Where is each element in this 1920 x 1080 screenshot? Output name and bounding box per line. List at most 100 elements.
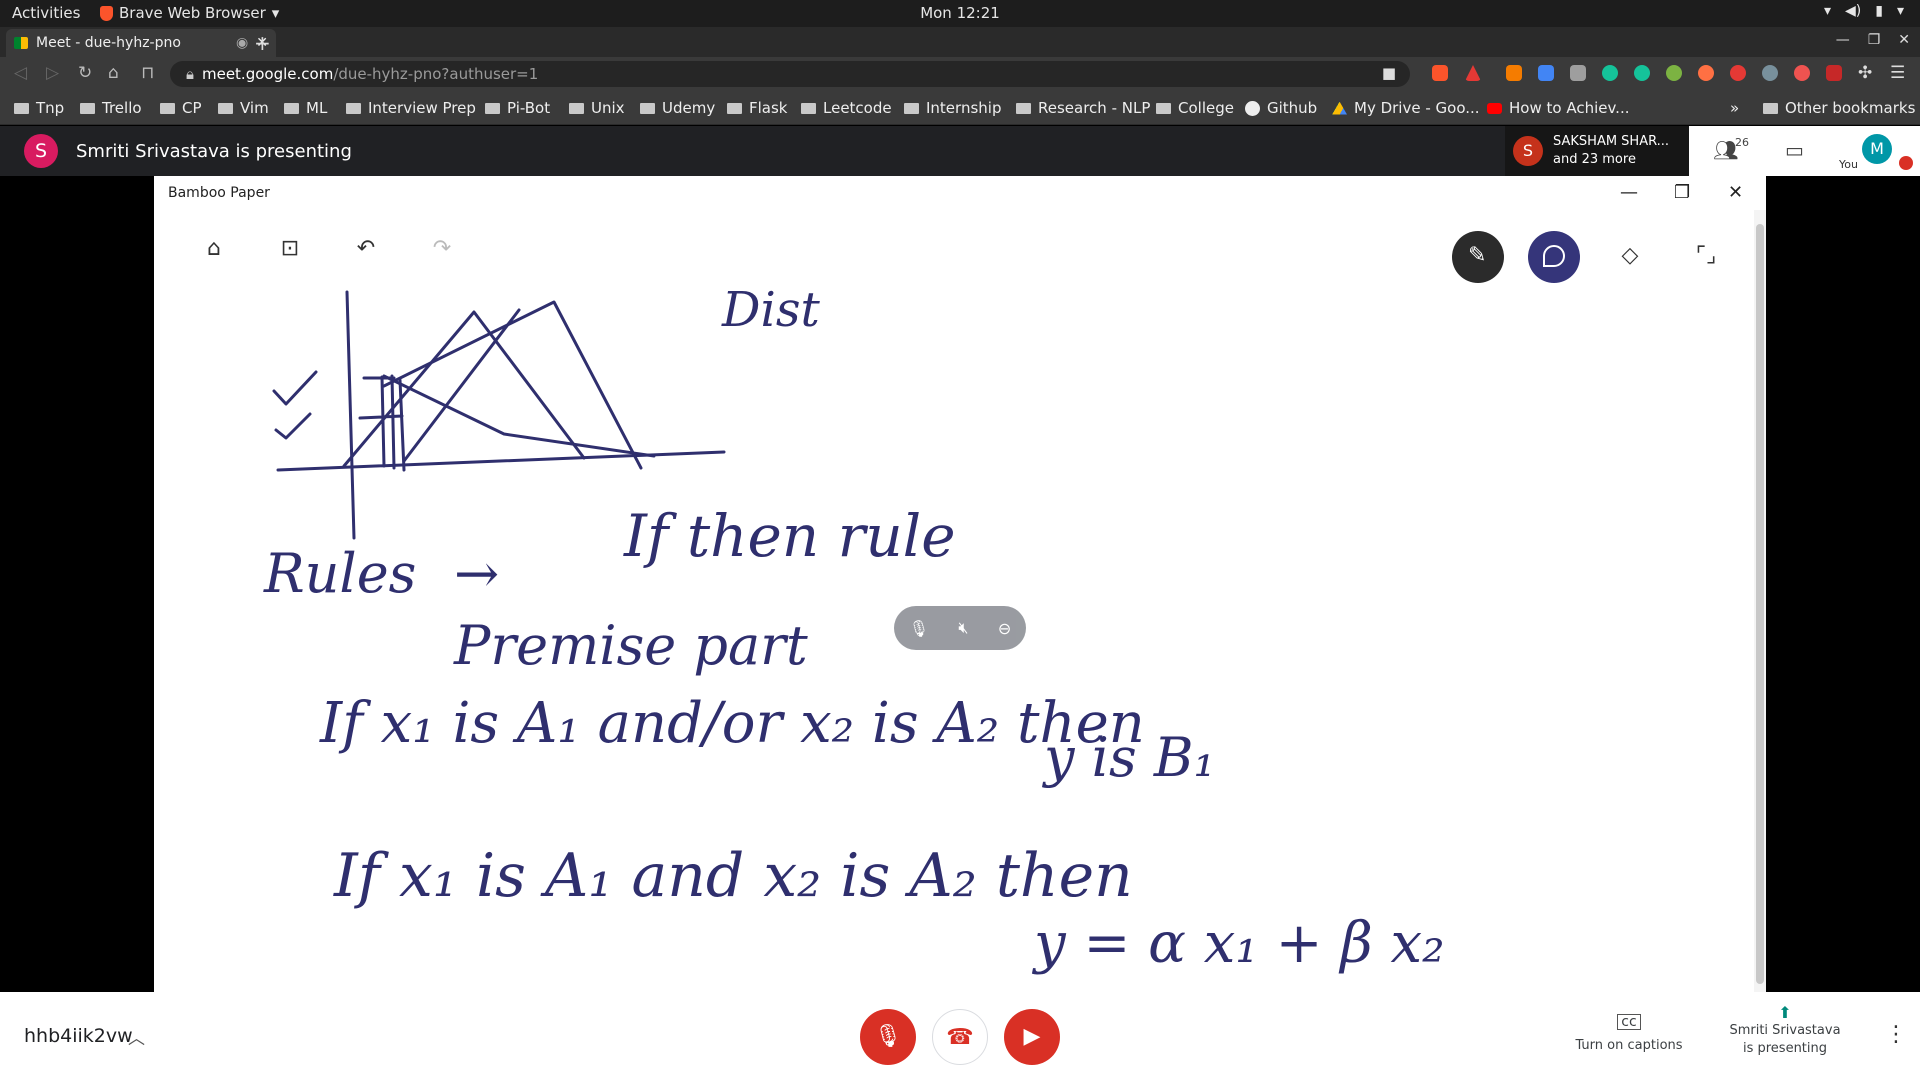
bookmark-research-nlp[interactable]: Research - NLP <box>1016 99 1150 117</box>
note-dist: Dist <box>721 282 820 338</box>
presenting-line-1: Smriti Srivastava <box>1729 1023 1841 1038</box>
grammarly-icon[interactable] <box>1602 65 1618 81</box>
bookmark-internship[interactable]: Internship <box>904 99 1001 117</box>
close-icon[interactable]: ✕ <box>1898 32 1910 48</box>
bookmark-label: Tnp <box>36 99 65 117</box>
bookmark-udemy[interactable]: Udemy <box>640 99 715 117</box>
bookmark-vim[interactable]: Vim <box>218 99 269 117</box>
self-avatar[interactable]: M <box>1862 134 1892 164</box>
github-icon <box>1245 100 1260 116</box>
folder-icon <box>640 102 655 114</box>
mic-toggle-button[interactable]: 🎙︎ <box>860 1009 916 1065</box>
bookmark-leetcode[interactable]: Leetcode <box>801 99 892 117</box>
participant-more: and 23 more <box>1553 152 1636 167</box>
presenting-line-2: is presenting <box>1742 1041 1828 1056</box>
reload-icon[interactable]: ↻ <box>78 63 92 83</box>
captions-button[interactable]: cc Turn on captions <box>1574 1014 1684 1053</box>
handwriting-canvas[interactable]: Dist Rules → If then rule Premise part I… <box>154 176 1754 992</box>
bookmark-label: My Drive - Goo... <box>1354 99 1480 117</box>
chevron-up-icon[interactable]: ︿ <box>128 1024 145 1049</box>
diagonal-stroke <box>402 308 521 463</box>
meet-bottom-bar: hhb4iik2vw ︿ 🎙︎ ☎︎ ▶︎ cc Turn on caption… <box>0 992 1920 1080</box>
folder-icon <box>801 102 816 114</box>
brave-shields-icon[interactable] <box>1432 65 1448 81</box>
more-options-icon[interactable]: ⋮ <box>1885 1022 1907 1047</box>
back-icon[interactable]: ◁ <box>14 63 27 83</box>
bookmark-label: Udemy <box>662 99 716 117</box>
bookmark-interview-prep[interactable]: Interview Prep <box>346 99 476 117</box>
bookmark-pi-bot[interactable]: Pi-Bot <box>485 99 550 117</box>
tab-meet[interactable]: Meet - due-hyhz-pno ◉ ✕ <box>6 29 276 57</box>
bookmark-ml[interactable]: ML <box>284 99 327 117</box>
address-bar[interactable]: 🔒︎ meet.google.com/due-hyhz-pno?authuser=… <box>170 61 1410 87</box>
folder-icon <box>346 102 361 114</box>
extension-1-icon[interactable] <box>1506 65 1522 81</box>
extension-6-icon[interactable] <box>1762 65 1778 81</box>
participant-name: SAKSHAM SHAR... <box>1553 134 1670 149</box>
bookmark-label: Trello <box>102 99 142 117</box>
google-drive-icon <box>1332 101 1347 115</box>
bookmark-unix[interactable]: Unix <box>569 99 625 117</box>
translate-icon[interactable] <box>1538 65 1554 81</box>
home-icon[interactable]: ⌂ <box>108 63 119 83</box>
checkmark-2 <box>274 412 312 440</box>
other-bookmarks[interactable]: Other bookmarks <box>1763 99 1915 117</box>
presenting-button[interactable]: ⬆︎ Smriti Srivastava is presenting <box>1725 1004 1845 1058</box>
battery-icon: ▮ <box>1875 3 1883 19</box>
extensions-puzzle-icon[interactable]: ✣ <box>1858 63 1872 83</box>
extension-7-icon[interactable] <box>1794 65 1810 81</box>
chat-icon[interactable]: ▭ <box>1785 138 1804 162</box>
meeting-code[interactable]: hhb4iik2vw <box>24 1025 133 1047</box>
bookmark-cp[interactable]: CP <box>160 99 202 117</box>
folder-icon <box>80 102 95 114</box>
scrollbar-thumb[interactable] <box>1756 224 1764 984</box>
forward-icon[interactable]: ▷ <box>46 63 59 83</box>
bookmark-label: Github <box>1267 99 1318 117</box>
self-label: You <box>1839 158 1858 171</box>
bookmark-label: ML <box>306 99 328 117</box>
meet-favicon-icon <box>14 37 28 49</box>
bookmark-flask[interactable]: Flask <box>727 99 788 117</box>
more-bookmarks-button[interactable]: » <box>1730 99 1739 117</box>
restore-icon[interactable]: ❐ <box>1868 32 1881 48</box>
extension-3-icon[interactable] <box>1666 65 1682 81</box>
camera-toggle-button[interactable]: ▶︎ <box>1004 1009 1060 1065</box>
note-line-2: y is B₁ <box>1042 726 1215 789</box>
bookmark-how-to-achieve[interactable]: How to Achiev... <box>1487 99 1629 117</box>
bookmark-college[interactable]: College <box>1156 99 1234 117</box>
extension-8-icon[interactable] <box>1826 65 1842 81</box>
mic-off-icon: 🎙︎ <box>908 618 929 638</box>
bookmark-tnp[interactable]: Tnp <box>14 99 64 117</box>
bookmark-my-drive[interactable]: My Drive - Goo... <box>1332 99 1480 117</box>
camera-in-use-icon[interactable]: ■ <box>1382 64 1396 82</box>
note-line-3: If x₁ is A₁ and x₂ is A₂ then <box>333 841 1133 911</box>
tab-title: Meet - due-hyhz-pno <box>36 35 181 51</box>
grammarly-2-icon[interactable] <box>1634 65 1650 81</box>
folder-icon <box>1156 102 1171 114</box>
participant-tile[interactable]: S SAKSHAM SHAR... and 23 more <box>1505 126 1689 176</box>
extension-5-icon[interactable] <box>1730 65 1746 81</box>
clock[interactable]: Mon 12:21 <box>0 4 1920 22</box>
note-arrow: → <box>454 542 499 605</box>
leave-call-button[interactable]: ☎︎ <box>932 1009 988 1065</box>
system-tray[interactable]: ▾ ◀) ▮ ▾ <box>1824 3 1904 19</box>
folder-icon <box>485 102 500 114</box>
captions-icon: cc <box>1617 1014 1641 1030</box>
menu-icon[interactable]: ☰ <box>1890 63 1905 83</box>
minimize-icon[interactable]: — <box>1836 32 1850 48</box>
new-tab-button[interactable]: + <box>254 31 271 55</box>
navigation-bar: ◁ ▷ ↻ ⌂ ⊓ 🔒︎ meet.google.com/due-hyhz-pno… <box>0 57 1920 91</box>
bookmark-icon[interactable]: ⊓ <box>141 63 154 83</box>
bookmark-trello[interactable]: Trello <box>80 99 142 117</box>
minus-circle-icon[interactable]: ⊖ <box>998 619 1011 638</box>
scrollbar[interactable] <box>1754 210 1766 992</box>
presenter-avatar: S <box>24 134 58 168</box>
brave-rewards-icon[interactable] <box>1465 65 1481 81</box>
extension-2-icon[interactable] <box>1570 65 1586 81</box>
url-host: meet.google.com <box>201 65 334 83</box>
present-screen-icon: ⬆︎ <box>1778 1003 1792 1022</box>
extension-4-icon[interactable] <box>1698 65 1714 81</box>
bookmark-github[interactable]: Github <box>1245 99 1317 117</box>
bookmark-label: Interview Prep <box>368 99 476 117</box>
chevron-down-icon: ▾ <box>1896 3 1904 19</box>
